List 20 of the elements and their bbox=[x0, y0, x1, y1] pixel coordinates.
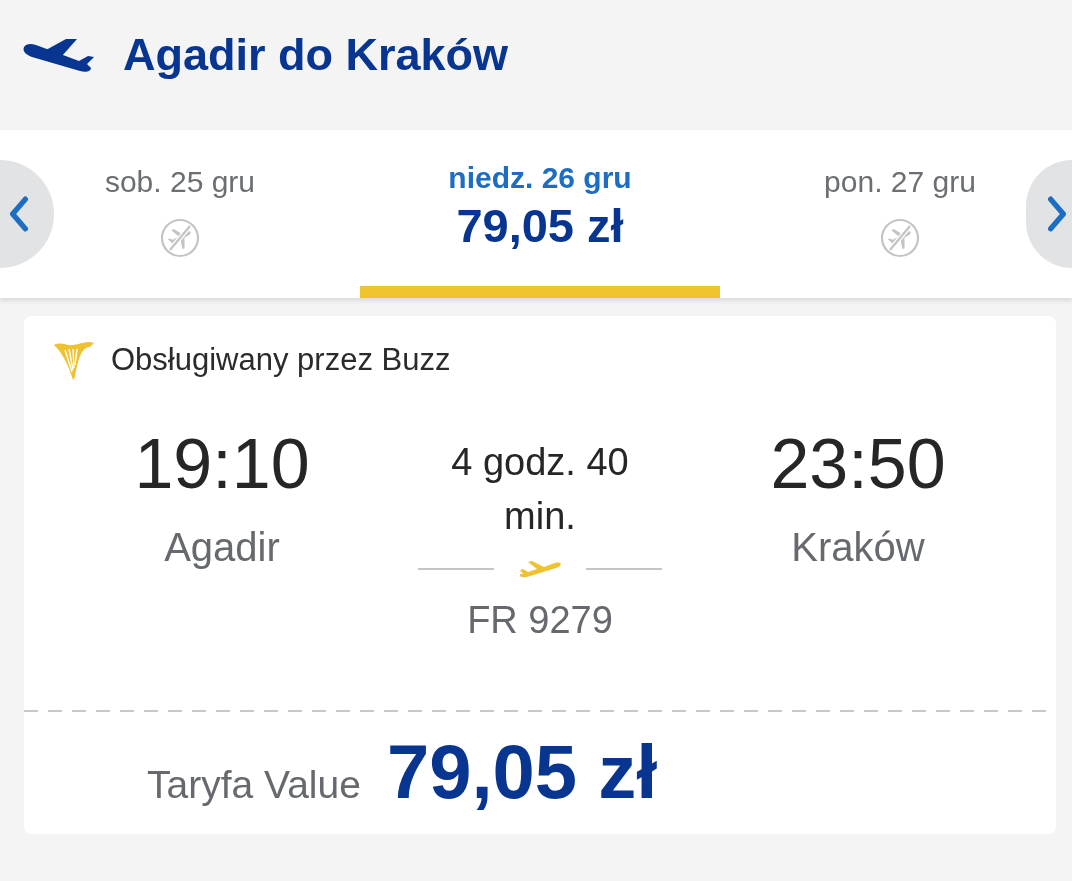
chevron-right-icon bbox=[1046, 196, 1068, 232]
fare-price: 79,05 zł bbox=[386, 728, 658, 816]
departure-city: Agadir bbox=[164, 524, 280, 571]
no-flight-icon bbox=[880, 218, 920, 258]
operator-text: Obsługiwany przez Buzz bbox=[111, 341, 451, 379]
chevron-left-icon bbox=[8, 196, 30, 232]
page-title: Agadir do Kraków bbox=[123, 30, 509, 80]
arrival-time: 23:50 bbox=[770, 424, 946, 505]
no-flight-icon bbox=[160, 218, 200, 258]
arrival-city: Kraków bbox=[791, 524, 925, 571]
flight-duration: 4 godz. 40 min. bbox=[450, 440, 630, 539]
harp-icon bbox=[53, 340, 95, 380]
flight-number: FR 9279 bbox=[467, 598, 613, 643]
date-tab[interactable]: pon. 27 gru bbox=[720, 130, 1026, 298]
fare-name: Taryfa Value bbox=[147, 763, 361, 807]
date-tab[interactable]: sob. 25 gru bbox=[54, 130, 360, 298]
date-tab[interactable]: niedz. 26 gru 79,05 zł bbox=[360, 130, 720, 298]
departure-time: 19:10 bbox=[134, 424, 310, 505]
airplane-icon bbox=[22, 37, 96, 73]
airplane-icon bbox=[518, 559, 562, 579]
